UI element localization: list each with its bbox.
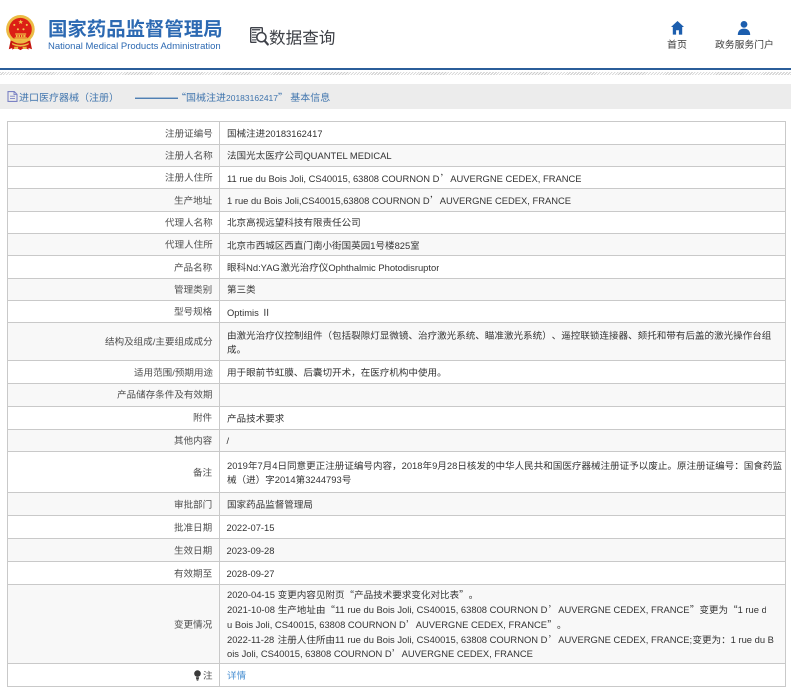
svg-text:7: 7 <box>257 460 262 471</box>
svg-text:9: 9 <box>432 460 437 471</box>
svg-text:20183162417: 20183162417 <box>226 93 278 103</box>
svg-text:Ophthalmic Photodisruptor: Ophthalmic Photodisruptor <box>328 262 439 273</box>
svg-text:AUVERGNE CEDEX, FRANCE: AUVERGNE CEDEX, FRANCE <box>415 619 546 630</box>
svg-text:3244793: 3244793 <box>305 474 342 485</box>
svg-text:1 rue d: 1 rue d <box>737 604 766 615</box>
svg-text:2019: 2019 <box>227 460 248 471</box>
svg-text:2020-04-15: 2020-04-15 <box>227 590 275 601</box>
svg-text:1 rue du B: 1 rue du B <box>730 634 773 645</box>
svg-text:1: 1 <box>370 240 375 251</box>
svg-text:11 rue du Bois Joli, CS40015,: 11 rue du Bois Joli, CS40015, 63808 COUR… <box>227 173 440 184</box>
svg-text:4: 4 <box>272 460 277 471</box>
svg-text:2022-11-28: 2022-11-28 <box>227 634 274 645</box>
svg-text:/: / <box>172 366 175 377</box>
svg-text:u Bois Joli, CS40015, 63808 CO: u Bois Joli, CS40015, 63808 COURNON D <box>227 619 406 630</box>
svg-text:Nd:YAG: Nd:YAG <box>246 262 280 273</box>
svg-text:11 rue du Bois Joli, CS40015,: 11 rue du Bois Joli, CS40015, 63808 COUR… <box>334 604 547 615</box>
svg-text:AUVERGNE CEDEX, FRANCE: AUVERGNE CEDEX, FRANCE <box>401 649 532 660</box>
svg-text:ois Joli, CS40015, 63808 COURN: ois Joli, CS40015, 63808 COURNON D <box>227 649 392 660</box>
svg-text:/: / <box>153 336 156 347</box>
svg-text:11 rue du Bois Joli, CS40015,: 11 rue du Bois Joli, CS40015, 63808 COUR… <box>334 634 547 645</box>
svg-text:AUVERGNE CEDEX, FRANCE: AUVERGNE CEDEX, FRANCE <box>558 604 689 615</box>
svg-text:2014: 2014 <box>274 474 295 485</box>
svg-text:2018: 2018 <box>401 460 422 471</box>
svg-text:20183162417: 20183162417 <box>265 128 322 139</box>
svg-text:825: 825 <box>394 240 410 251</box>
svg-text:AUVERGNE CEDEX, FRANCE: AUVERGNE CEDEX, FRANCE <box>450 173 581 184</box>
svg-text:28: 28 <box>446 460 456 471</box>
svg-text:2021-10-08: 2021-10-08 <box>227 604 275 615</box>
svg-text:AUVERGNE CEDEX, FRANCE: AUVERGNE CEDEX, FRANCE <box>439 195 570 206</box>
svg-text:AUVERGNE CEDEX, FRANCE;: AUVERGNE CEDEX, FRANCE; <box>558 634 692 645</box>
svg-text:QUANTEL MEDICAL: QUANTEL MEDICAL <box>303 150 391 161</box>
svg-text:Optimis: Optimis <box>227 306 259 317</box>
svg-text:1 rue du Bois Joli,CS40015,638: 1 rue du Bois Joli,CS40015,63808 COURNON… <box>227 195 430 206</box>
